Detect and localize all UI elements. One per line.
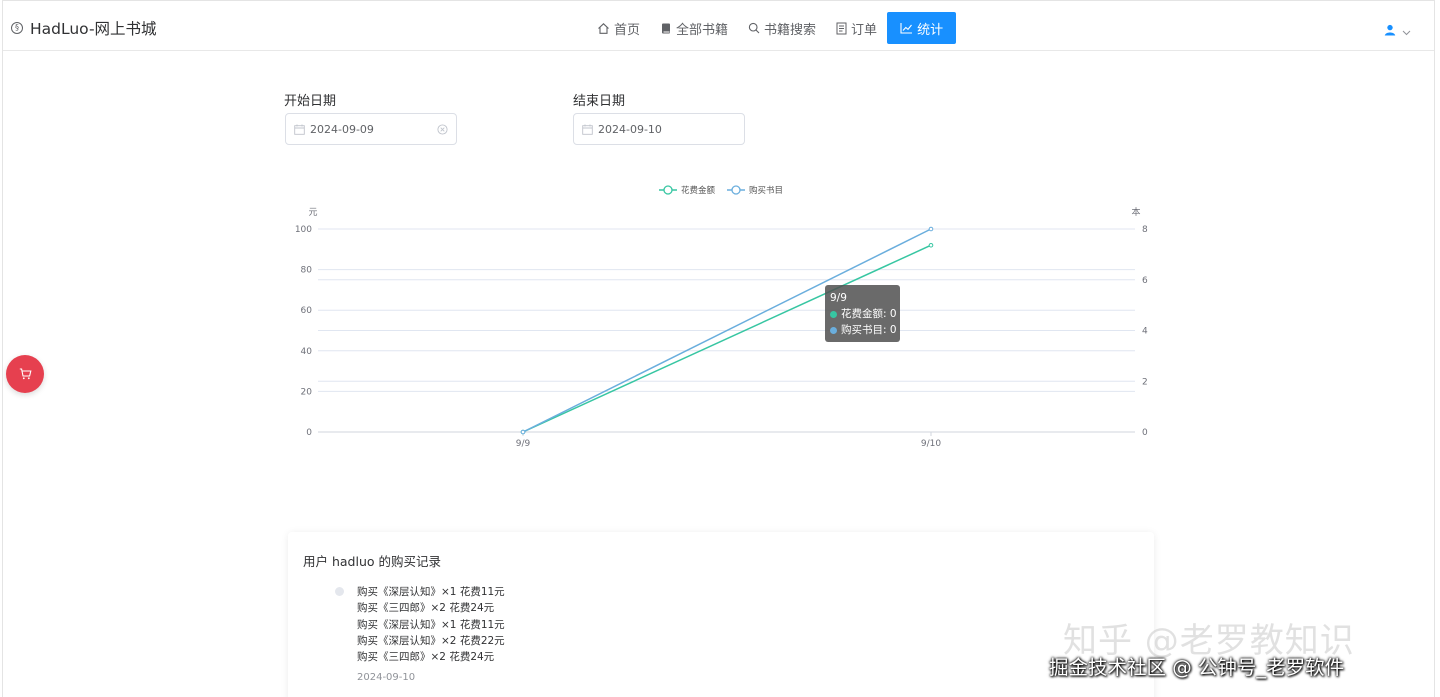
clear-icon[interactable] xyxy=(437,124,448,135)
record-line: 购买《深层认知》×2 花费22元 xyxy=(357,634,505,647)
data-point xyxy=(520,429,526,435)
nav-all-books[interactable]: 全部书籍 xyxy=(650,12,738,44)
juejin-watermark: 掘金技术社区 @ 公钟号_老罗软件 xyxy=(1049,656,1345,679)
main-nav: 首页 全部书籍 书籍搜索 订单 统计 xyxy=(587,12,957,44)
tooltip-title: 9/9 xyxy=(830,292,847,304)
start-date-value: 2024-09-09 xyxy=(310,122,374,136)
tooltip-row-books: 购买书目: 0 xyxy=(830,322,900,338)
nav-orders-label: 订单 xyxy=(851,22,878,38)
nav-home[interactable]: 首页 xyxy=(587,12,650,44)
legend-marker-icon xyxy=(731,185,741,195)
record-line: 购买《三四郎》×2 花费24元 xyxy=(357,651,495,664)
record-line: 购买《深层认知》×1 花费11元 xyxy=(357,618,505,631)
start-date-label: 开始日期 xyxy=(284,94,337,109)
y-left-tick-label: 80 xyxy=(301,266,313,276)
tooltip-spend-label: 花费金额: 0 xyxy=(841,308,897,320)
series-dot-icon xyxy=(830,326,837,334)
nav-statistics-label: 统计 xyxy=(917,22,944,38)
x-tick-label: 9/9 xyxy=(516,439,531,449)
user-icon xyxy=(1384,21,1396,40)
y-left-tick-label: 100 xyxy=(295,225,312,235)
data-point xyxy=(928,226,934,232)
chart-icon xyxy=(900,22,913,34)
logo-icon: § xyxy=(11,22,23,34)
chevron-down-icon xyxy=(1402,21,1411,40)
legend-label: 花费金额 xyxy=(681,185,716,196)
book-icon xyxy=(660,22,672,35)
y-left-tick-label: 40 xyxy=(301,347,313,357)
app-title: HadLuo-网上书城 xyxy=(30,20,157,38)
start-date-picker[interactable]: 2024-09-09 xyxy=(285,113,457,145)
nav-orders[interactable]: 订单 xyxy=(826,12,887,44)
nav-book-search[interactable]: 书籍搜索 xyxy=(738,12,826,44)
records-list: 购买《深层认知》×1 花费11元 购买《三四郎》×2 花费24元 购买《深层认知… xyxy=(357,584,505,665)
cart-icon xyxy=(19,365,32,384)
statistics-chart[interactable]: 0 20 40 60 80 100 0 2 4 6 8 元 本 9/9 9/10 花费金额 购买书目 xyxy=(283,179,1163,469)
end-date-label: 结束日期 xyxy=(573,94,626,109)
nav-home-label: 首页 xyxy=(614,22,641,38)
y-left-tick-label: 0 xyxy=(306,428,312,438)
series-dot-icon xyxy=(830,310,837,318)
nav-statistics[interactable]: 统计 xyxy=(887,12,957,44)
calendar-icon xyxy=(582,124,593,135)
records-title: 用户 hadluo 的购买记录 xyxy=(303,554,442,569)
end-date-value: 2024-09-10 xyxy=(598,122,662,136)
record-date: 2024-09-10 xyxy=(357,672,416,683)
chart-tooltip: 9/9 花费金额: 0 购买书目: 0 xyxy=(825,285,900,342)
legend-label: 购买书目 xyxy=(749,185,783,196)
tooltip-books-label: 购买书目: 0 xyxy=(841,324,897,336)
document-icon xyxy=(836,22,847,35)
calendar-icon xyxy=(294,124,305,135)
nav-all-books-label: 全部书籍 xyxy=(676,22,729,38)
end-date-picker[interactable]: 2024-09-10 xyxy=(573,113,745,145)
user-menu[interactable] xyxy=(1384,21,1411,40)
home-icon xyxy=(597,22,610,35)
legend-marker-icon xyxy=(663,185,673,195)
y-right-tick-label: 8 xyxy=(1142,225,1148,235)
y-right-axis-label: 本 xyxy=(1131,206,1140,218)
record-line: 购买《三四郎》×2 花费24元 xyxy=(357,602,495,615)
y-right-tick-label: 2 xyxy=(1142,377,1148,387)
top-navbar: § HadLuo-网上书城 首页 全部书籍 书籍搜索 订单 统计 xyxy=(3,1,1434,51)
y-left-axis-label: 元 xyxy=(308,208,317,218)
purchase-records-card: 用户 hadluo 的购买记录 购买《深层认知》×1 花费11元 购买《三四郎》… xyxy=(288,532,1154,697)
tooltip-row-spend: 花费金额: 0 xyxy=(830,306,900,322)
y-right-tick-label: 4 xyxy=(1142,327,1148,337)
brand[interactable]: § HadLuo-网上书城 xyxy=(11,17,157,39)
y-right-tick-label: 6 xyxy=(1142,276,1148,286)
nav-book-search-label: 书籍搜索 xyxy=(764,22,817,38)
y-right-tick-label: 0 xyxy=(1142,428,1148,438)
timeline-dot xyxy=(335,587,344,596)
search-icon xyxy=(748,22,760,34)
y-left-tick-label: 20 xyxy=(301,387,313,397)
app-frame: § HadLuo-网上书城 首页 全部书籍 书籍搜索 订单 统计 开始日期 20… xyxy=(2,0,1435,697)
y-left-tick-label: 60 xyxy=(301,306,313,316)
cart-float-button[interactable] xyxy=(6,355,44,393)
data-point xyxy=(928,242,934,248)
x-tick-label: 9/10 xyxy=(921,439,941,449)
record-line: 购买《深层认知》×1 花费11元 xyxy=(357,586,505,598)
